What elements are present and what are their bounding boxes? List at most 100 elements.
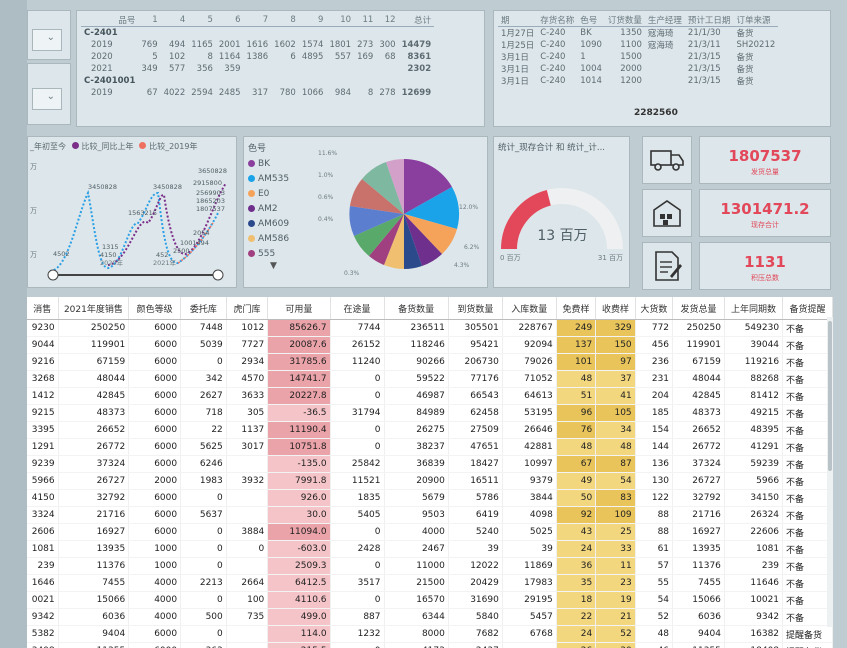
main-table-header[interactable]: 发货总量	[672, 297, 725, 320]
pivot-header[interactable]: 11	[354, 14, 377, 27]
table-cell: 66543	[448, 387, 503, 405]
main-table-header[interactable]: 备货数量	[384, 297, 449, 320]
pie-legend: 色号 BK AM535 E0 AM2 AM609 AM586 555 ▼	[248, 141, 308, 271]
orders-row: 1月25日 C-240 1090 1100 寇海琦 21/3/11 SH20212	[498, 39, 778, 51]
table-row[interactable]: 4150 32792 6000 0 926.0 1835 5679 5786 3844 50 83 1…	[27, 489, 833, 507]
main-table-header[interactable]: 在途量	[330, 297, 385, 320]
orders-cell	[645, 75, 685, 87]
slicer-1[interactable]: ⌄	[27, 10, 71, 60]
orders-header[interactable]: 预计工日期	[684, 14, 734, 27]
main-table-header[interactable]: 委托库	[180, 297, 227, 320]
pivot-row-label[interactable]: C-2401	[81, 27, 138, 40]
main-table-header[interactable]: 消售	[27, 297, 59, 320]
pivot-header[interactable]: 7	[243, 14, 272, 27]
pie-legend-item[interactable]: AM609	[248, 216, 308, 231]
table-row[interactable]: 9239 37324 6000 6246 -135.0 25842 36839 18427 10…	[27, 455, 833, 473]
legend-scroll-down-icon[interactable]: ▼	[270, 261, 308, 271]
scrollbar-thumb[interactable]	[828, 321, 832, 471]
main-table-header[interactable]: 大货数	[635, 297, 674, 320]
main-table-header[interactable]: 收费样	[595, 297, 636, 320]
table-row[interactable]: 9216 67159 6000 0 2934 31785.6 11240 90266 20673…	[27, 353, 833, 371]
chevron-down-icon[interactable]: ⌄	[47, 91, 55, 102]
table-scrollbar[interactable]	[827, 317, 833, 627]
main-table-header[interactable]: 到货数量	[448, 297, 503, 320]
table-cell: 119216	[724, 353, 784, 371]
main-table-header[interactable]: 可用量	[267, 297, 331, 320]
table-row[interactable]: 3395 26652 6000 22 1137 11190.4 0 26275 27509 266…	[27, 421, 833, 439]
table-cell: 85626.7	[267, 319, 331, 337]
table-cell: 29195	[502, 591, 557, 609]
table-row[interactable]: 5382 9404 6000 0 114.0 1232 8000 7682 6768 24 52 48…	[27, 625, 833, 643]
table-row[interactable]: 1646 7455 4000 2213 2664 6412.5 3517 21500 20429…	[27, 574, 833, 592]
slicer-2-box[interactable]: ⌄	[32, 88, 62, 110]
pivot-header[interactable]: 1	[138, 14, 161, 27]
pivot-header[interactable]: 4	[160, 14, 189, 27]
table-row[interactable]: 1291 26772 6000 5625 3017 10751.8 0 38237 47651 4…	[27, 438, 833, 456]
pivot-header[interactable]: 12	[376, 14, 399, 27]
pivot-row-label[interactable]: C-2401001	[81, 75, 138, 87]
orders-header[interactable]: 期	[498, 14, 538, 27]
slicer-1-box[interactable]: ⌄	[32, 29, 62, 51]
main-table-header[interactable]: 入库数量	[502, 297, 557, 320]
main-table-header[interactable]: 备货提醒	[782, 297, 833, 320]
main-table-header[interactable]: 上年同期数	[724, 297, 784, 320]
table-cell: 0021	[27, 591, 59, 609]
y-tick-3: 万	[30, 251, 37, 259]
pie-legend-item[interactable]: 555	[248, 246, 308, 261]
orders-cell: C-240	[540, 64, 566, 74]
table-cell: 6000	[128, 370, 182, 388]
pie-legend-item[interactable]: AM535	[248, 171, 308, 186]
legend-dot	[248, 235, 255, 242]
main-table-header[interactable]: 虎门库	[226, 297, 269, 320]
table-cell: 48	[635, 625, 674, 643]
table-row[interactable]: 9230 250250 6000 7448 1012 85626.7 7744 236511 3…	[27, 319, 833, 337]
table-row[interactable]: 1412 42845 6000 2627 3633 20227.8 0 46987 66543 6…	[27, 387, 833, 405]
pie-legend-item[interactable]: AM586	[248, 231, 308, 246]
table-cell: 5025	[502, 523, 557, 541]
table-row[interactable]: 2606 16927 6000 0 3884 11094.0 0 4000 5240 5025 43…	[27, 523, 833, 541]
table-cell	[502, 642, 557, 648]
table-cell: 10021	[724, 591, 784, 609]
orders-header[interactable]: 存货名称	[537, 14, 578, 27]
table-row[interactable]: 0021 15066 4000 0 100 4110.6 0 16570 31690 29195 1…	[27, 591, 833, 609]
pivot-row: 2019 769 494 1165 2001 1616 1602 1574 1801 273 300…	[81, 39, 434, 51]
table-row[interactable]: 1081 13935 1000 0 0 -603.0 2428 2467 39 39 24 33 61 1…	[27, 540, 833, 558]
pie-legend-item[interactable]: AM2	[248, 201, 308, 216]
pie-legend-item[interactable]: E0	[248, 186, 308, 201]
table-row[interactable]: 9215 48373 6000 718 305 -36.5 31794 84989 62458 5…	[27, 404, 833, 422]
table-cell: 11355	[672, 642, 725, 648]
main-table-header[interactable]: 免费样	[556, 297, 597, 320]
table-cell: 18427	[448, 455, 503, 473]
orders-header[interactable]: 订单来源	[733, 14, 779, 27]
table-row[interactable]: 3324 21716 6000 5637 30.0 5405 9503 6419 4098 92 1…	[27, 506, 833, 524]
pivot-header[interactable]: 8	[271, 14, 299, 27]
table-cell: 11376	[58, 557, 130, 575]
pivot-header[interactable]: 5	[188, 14, 216, 27]
pivot-header[interactable]: 9	[298, 14, 327, 27]
chevron-down-icon[interactable]: ⌄	[47, 32, 55, 43]
truck-icon	[650, 150, 684, 171]
pivot-header[interactable]: 10	[326, 14, 355, 27]
table-row[interactable]: 3268 48044 6000 342 4570 14741.7 0 59522 77176 71…	[27, 370, 833, 388]
pivot-header[interactable]: 6	[215, 14, 244, 27]
table-cell: 1983	[180, 472, 227, 490]
table-cell: 26772	[58, 438, 130, 456]
main-table-header[interactable]: 颜色等级	[128, 297, 182, 320]
table-row[interactable]: 3408113556000363215.50-41732437263046113…	[27, 642, 833, 648]
orders-header[interactable]: 订货数量	[604, 14, 645, 27]
table-row[interactable]: 9044 119901 6000 5039 7727 20087.6 26152 118246…	[27, 336, 833, 354]
pivot-header[interactable]: 品号	[81, 14, 139, 27]
table-cell: 137	[556, 336, 597, 354]
table-cell: 0	[180, 591, 227, 609]
pie-legend-item[interactable]: BK	[248, 156, 308, 171]
table-row[interactable]: 9342 6036 4000 500 735 499.0 887 6344 5840 5457 22…	[27, 608, 833, 626]
table-row[interactable]: 5966 26727 2000 1983 3932 7991.8 11521 20900 165…	[27, 472, 833, 490]
slicer-2[interactable]: ⌄	[27, 63, 71, 125]
table-cell: 11646	[724, 574, 784, 592]
pivot-header[interactable]: 总计	[398, 14, 435, 27]
orders-header[interactable]: 色号	[577, 14, 605, 27]
table-row[interactable]: 239 11376 1000 0 2509.3 0 11000 12022 11869 36 11 5…	[27, 557, 833, 575]
table-cell: 9404	[672, 625, 725, 643]
orders-header[interactable]: 生产经理	[644, 14, 685, 27]
main-table-header[interactable]: 2021年度销售	[58, 297, 130, 320]
